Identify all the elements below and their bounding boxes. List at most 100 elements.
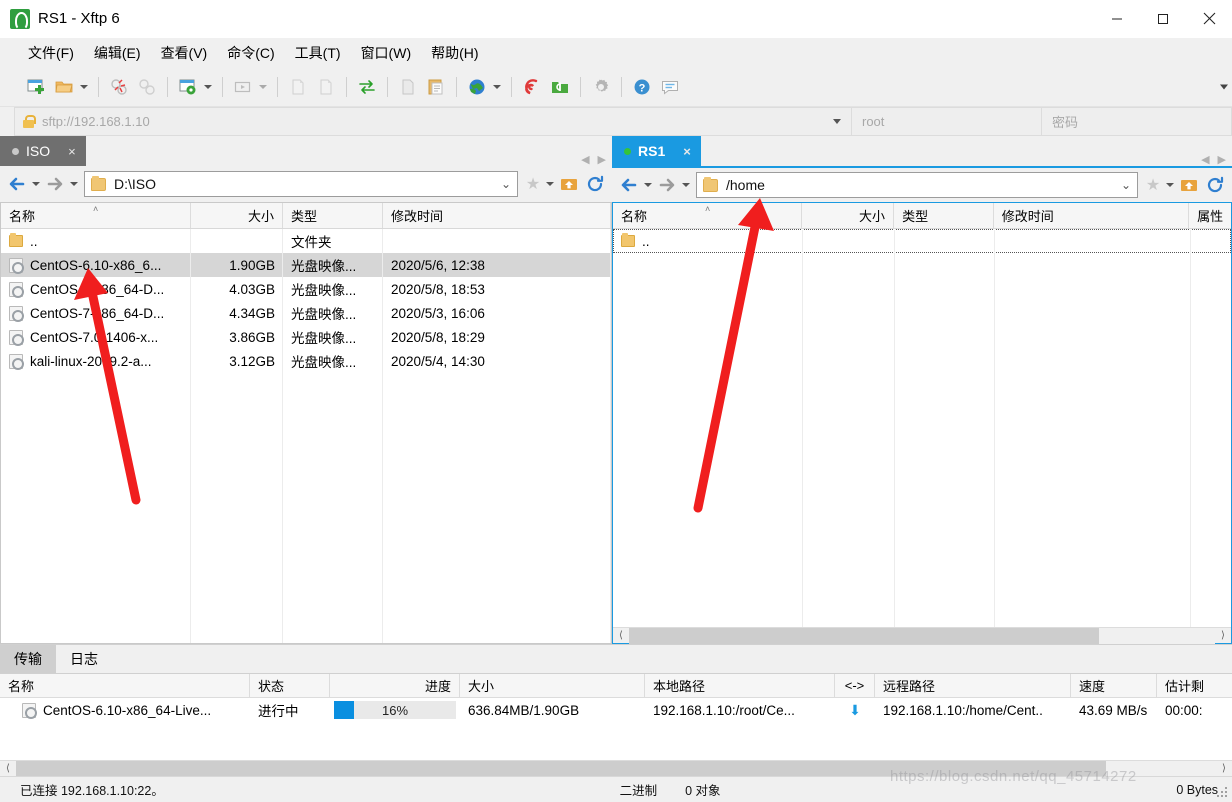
table-row[interactable]: CentOS-7-x86_64-D... 4.34GB 光盘映像... 2020… <box>1 301 611 325</box>
host-input[interactable]: sftp://192.168.1.10 <box>14 107 852 136</box>
tab-scroll-right-icon[interactable]: ▶ <box>598 153 606 166</box>
scroll-track[interactable] <box>629 627 1215 644</box>
menu-window[interactable]: 窗口(W) <box>351 40 422 66</box>
column-header-name[interactable]: 名称 ˄ <box>1 203 191 228</box>
column-header-type[interactable]: 类型 <box>283 203 383 228</box>
run-dropdown-icon[interactable] <box>257 74 269 100</box>
new-session-icon[interactable] <box>23 74 49 100</box>
scroll-right-icon[interactable]: ⟩ <box>1215 628 1231 644</box>
xftp-icon[interactable] <box>547 74 573 100</box>
menu-help[interactable]: 帮助(H) <box>421 40 488 66</box>
local-file-rows[interactable]: .. 文件夹 CentOS-6.10-x86_6... 1.90GB 光盘映像.… <box>1 229 611 643</box>
table-row[interactable]: .. <box>613 229 1231 253</box>
menu-view[interactable]: 查看(V) <box>151 40 218 66</box>
transfer-column-name[interactable]: 名称 <box>0 674 250 697</box>
paste-icon[interactable] <box>423 74 449 100</box>
transfer-icon[interactable] <box>354 74 380 100</box>
xshell-icon[interactable] <box>519 74 545 100</box>
column-header-size[interactable]: 大小 <box>191 203 283 228</box>
remote-path-dropdown-icon[interactable]: ⌄ <box>1115 178 1131 192</box>
gear-icon[interactable] <box>588 74 614 100</box>
transfer-horizontal-scrollbar[interactable]: ⟨ ⟩ <box>0 760 1232 777</box>
scroll-thumb[interactable] <box>16 760 1106 777</box>
menu-command[interactable]: 命令(C) <box>217 40 284 66</box>
transfer-column-eta[interactable]: 估计剩 <box>1157 674 1232 697</box>
table-row[interactable]: CentOS-6.10-x86_6... 1.90GB 光盘映像... 2020… <box>1 253 611 277</box>
table-row[interactable]: CentOS-7-x86_64-D... 4.03GB 光盘映像... 2020… <box>1 277 611 301</box>
open-folder-dropdown-icon[interactable] <box>78 74 90 100</box>
tab-log[interactable]: 日志 <box>56 645 112 673</box>
copy-icon[interactable] <box>395 74 421 100</box>
forward-button[interactable] <box>42 171 68 197</box>
table-row[interactable]: CentOS-6.10-x86_64-Live... 进行中 16% 636.8… <box>0 698 1232 722</box>
resize-grip-icon[interactable] <box>1217 787 1229 799</box>
bookmark-icon[interactable]: ★ <box>1142 175 1164 195</box>
globe-icon[interactable] <box>464 74 490 100</box>
tab-scroll-left-icon[interactable]: ◀ <box>1201 153 1209 166</box>
transfer-column-local-path[interactable]: 本地路径 <box>645 674 835 697</box>
session-settings-icon[interactable] <box>175 74 201 100</box>
scroll-right-icon[interactable]: ⟩ <box>1216 761 1232 777</box>
transfer-column-status[interactable]: 状态 <box>250 674 330 697</box>
local-file-list[interactable]: 名称 ˄ 大小 类型 修改时间 .. 文件夹 CentOS-6.10-x86_6… <box>0 202 612 644</box>
session-settings-dropdown-icon[interactable] <box>202 74 214 100</box>
bookmark-icon[interactable]: ★ <box>522 174 544 194</box>
close-button[interactable] <box>1186 0 1232 38</box>
menu-tools[interactable]: 工具(T) <box>285 40 351 66</box>
run-icon[interactable] <box>230 74 256 100</box>
column-header-size[interactable]: 大小 <box>802 203 895 228</box>
column-header-modified[interactable]: 修改时间 <box>994 203 1190 228</box>
back-button[interactable] <box>616 172 642 198</box>
transfer-rows[interactable]: CentOS-6.10-x86_64-Live... 进行中 16% 636.8… <box>0 698 1232 760</box>
column-header-name[interactable]: 名称 ˄ <box>613 203 803 228</box>
scroll-left-icon[interactable]: ⟨ <box>613 628 629 644</box>
column-header-modified[interactable]: 修改时间 <box>383 203 611 228</box>
table-row[interactable]: kali-linux-2019.2-a... 3.12GB 光盘映像... 20… <box>1 349 611 373</box>
home-folder-icon[interactable] <box>556 171 582 197</box>
back-history-icon[interactable] <box>642 172 654 198</box>
host-dropdown-icon[interactable] <box>833 119 841 124</box>
remote-file-list[interactable]: 名称 ˄ 大小 类型 修改时间 属性 .. ⟨ ⟩ <box>612 202 1232 644</box>
copy-file-icon[interactable] <box>285 74 311 100</box>
scroll-thumb[interactable] <box>629 627 1099 644</box>
transfer-column-speed[interactable]: 速度 <box>1071 674 1157 697</box>
feedback-icon[interactable] <box>657 74 683 100</box>
maximize-button[interactable] <box>1140 0 1186 38</box>
password-input[interactable]: 密码 <box>1042 107 1232 136</box>
bookmark-dropdown-icon[interactable] <box>544 171 556 197</box>
tab-rs1[interactable]: RS1 × <box>612 136 701 166</box>
tab-iso-close-icon[interactable]: × <box>68 144 76 159</box>
forward-history-icon[interactable] <box>680 172 692 198</box>
link-icon[interactable] <box>134 74 160 100</box>
table-row[interactable]: CentOS-7.0-1406-x... 3.86GB 光盘映像... 2020… <box>1 325 611 349</box>
transfer-column-direction[interactable]: <-> <box>835 674 875 697</box>
username-input[interactable]: root <box>852 107 1042 136</box>
minimize-button[interactable] <box>1094 0 1140 38</box>
transfer-column-progress[interactable]: 进度 <box>330 674 460 697</box>
menu-edit[interactable]: 编辑(E) <box>84 40 151 66</box>
remote-horizontal-scrollbar[interactable]: ⟨ ⟩ <box>613 627 1231 644</box>
remote-file-rows[interactable]: .. <box>613 229 1231 627</box>
menu-file[interactable]: 文件(F) <box>18 40 84 66</box>
table-row[interactable]: .. 文件夹 <box>1 229 611 253</box>
tab-iso[interactable]: ISO × <box>0 136 86 166</box>
tab-scroll-right-icon[interactable]: ▶ <box>1218 153 1226 166</box>
column-header-attributes[interactable]: 属性 <box>1189 203 1231 228</box>
tab-scroll-left-icon[interactable]: ◀ <box>581 153 589 166</box>
forward-button[interactable] <box>654 172 680 198</box>
remote-path-input[interactable]: /home ⌄ <box>696 172 1138 198</box>
bookmark-dropdown-icon[interactable] <box>1164 172 1176 198</box>
tab-transfer[interactable]: 传输 <box>0 645 56 673</box>
paste-file-icon[interactable] <box>313 74 339 100</box>
transfer-table[interactable]: 名称 状态 进度 大小 本地路径 <-> 远程路径 速度 估计剩 CentOS-… <box>0 673 1232 777</box>
help-icon[interactable]: ? <box>629 74 655 100</box>
tab-rs1-close-icon[interactable]: × <box>683 144 691 159</box>
forward-history-icon[interactable] <box>68 171 80 197</box>
home-folder-icon[interactable] <box>1176 172 1202 198</box>
local-path-dropdown-icon[interactable]: ⌄ <box>495 177 511 191</box>
transfer-column-size[interactable]: 大小 <box>460 674 645 697</box>
scroll-left-icon[interactable]: ⟨ <box>0 761 16 777</box>
transfer-column-remote-path[interactable]: 远程路径 <box>875 674 1071 697</box>
refresh-icon[interactable] <box>582 171 608 197</box>
column-header-type[interactable]: 类型 <box>894 203 994 228</box>
